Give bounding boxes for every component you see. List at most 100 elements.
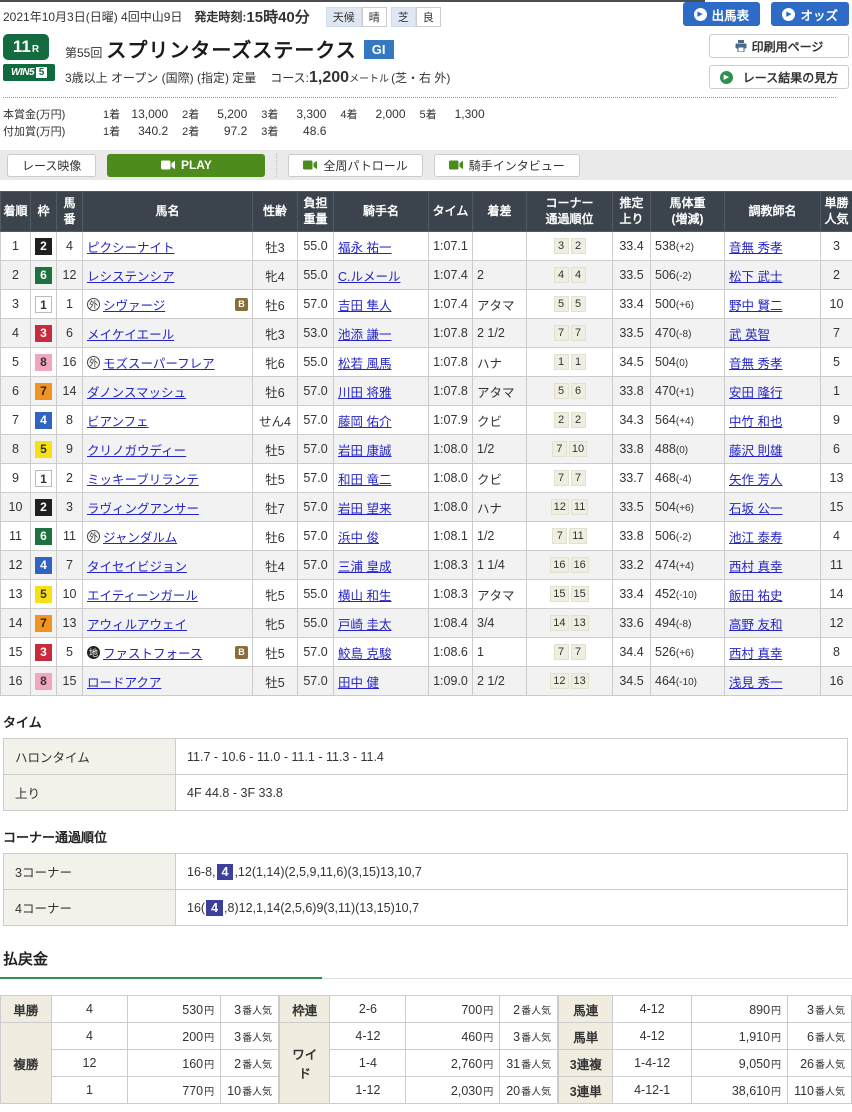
patrol-video-button[interactable]: 全周パトロール: [288, 154, 422, 177]
waku-badge: 1: [35, 296, 52, 313]
trainer-link[interactable]: 音無 秀孝: [729, 357, 782, 371]
horse-link[interactable]: ファストフォース: [103, 643, 202, 662]
trainer-link[interactable]: 石坂 公一: [729, 502, 782, 516]
trainer-link[interactable]: 野中 賢二: [729, 299, 782, 313]
horse-link[interactable]: アウィルアウェイ: [87, 614, 187, 633]
trainer-cell: 矢作 芳人: [725, 464, 821, 493]
horse-link[interactable]: シヴァージ: [103, 295, 165, 314]
yen-suffix: 円: [204, 1033, 214, 1044]
combination: 1-4-12: [613, 1050, 692, 1077]
jockey-interview-button[interactable]: 騎手インタビュー: [434, 154, 580, 177]
trainer-link[interactable]: 西村 真幸: [729, 560, 782, 574]
trainer-link[interactable]: 安田 隆行: [729, 386, 782, 400]
payout-amount: 160円: [128, 1050, 221, 1077]
corner-position: 5: [554, 383, 569, 399]
jockey-link[interactable]: 福永 祐一: [338, 241, 391, 255]
horse-link[interactable]: エイティーンガール: [87, 585, 198, 604]
trainer-link[interactable]: 松下 武士: [729, 270, 782, 284]
corner-positions: 1211: [527, 493, 613, 522]
trainer-link[interactable]: 音無 秀孝: [729, 241, 782, 255]
jockey-link[interactable]: 岩田 望来: [338, 502, 391, 516]
horse-link[interactable]: メイケイエール: [87, 324, 174, 343]
win-favorite-rank: 14: [821, 580, 852, 609]
turf-label: 芝: [391, 7, 416, 27]
odds-button[interactable]: ▶オッズ: [771, 2, 849, 26]
horse-number: 14: [57, 377, 83, 406]
horse-number: 4: [57, 232, 83, 261]
jockey-link[interactable]: 三浦 皇成: [338, 560, 391, 574]
horse-weight-diff: (+6): [676, 648, 694, 659]
race-video-button[interactable]: レース映像: [7, 154, 96, 177]
jockey-link[interactable]: 和田 竜二: [338, 473, 391, 487]
trainer-link[interactable]: 中竹 和也: [729, 415, 782, 429]
horse-link[interactable]: ビアンフェ: [87, 411, 149, 430]
race-number-suffix: R: [32, 44, 39, 55]
horse-number: 3: [57, 493, 83, 522]
jockey-link[interactable]: C.ルメール: [338, 270, 401, 284]
jockey-link[interactable]: 吉田 隼人: [338, 299, 391, 313]
horse-link[interactable]: ダノンスマッシュ: [87, 382, 186, 401]
yen-suffix: 円: [483, 1006, 493, 1017]
win-favorite-rank: 4: [821, 522, 852, 551]
corner-position: 7: [554, 470, 569, 486]
horse-name-cell: ミッキーブリランテ: [83, 464, 253, 493]
jockey-link[interactable]: 鮫島 克駿: [338, 647, 391, 661]
jockey-link[interactable]: 横山 和生: [338, 589, 391, 603]
start-time-label: 発走時刻:: [194, 8, 246, 25]
column-header: 負担重量: [298, 192, 334, 232]
trainer-link[interactable]: 西村 真幸: [729, 647, 782, 661]
corner-position: 7: [554, 644, 569, 660]
result-row: 6714ダノンスマッシュ牡657.0川田 将雅1:07.8アタマ5633.847…: [1, 377, 852, 406]
trainer-link[interactable]: 飯田 祐史: [729, 589, 782, 603]
horse-link[interactable]: ロードアクア: [87, 672, 161, 691]
horse-link[interactable]: レシステンシア: [87, 266, 175, 285]
horse-name-cell: 外モズスーパーフレア: [83, 348, 253, 377]
trainer-link[interactable]: 高野 友和: [729, 618, 782, 632]
jockey-link[interactable]: 池添 謙一: [338, 328, 391, 342]
finish-time: 1:08.4: [429, 609, 473, 638]
time-row-label: 上り: [4, 775, 176, 811]
sex-age: 牡6: [253, 522, 298, 551]
print-page-button[interactable]: 印刷用ページ: [709, 34, 849, 58]
trainer-link[interactable]: 池江 泰寿: [729, 531, 782, 545]
finish-time: 1:08.0: [429, 464, 473, 493]
bet-type-label: 3連複: [559, 1050, 613, 1077]
play-button[interactable]: PLAY: [107, 154, 265, 177]
waku-badge: 6: [35, 267, 52, 284]
horse-link[interactable]: ラヴィングアンサー: [87, 498, 199, 517]
trainer-cell: 浅見 秀一: [725, 667, 821, 696]
jockey-link[interactable]: 田中 健: [338, 676, 379, 690]
horse-link[interactable]: ピクシーナイト: [87, 237, 175, 256]
trainer-link[interactable]: 藤沢 則雄: [729, 444, 782, 458]
horse-number: 2: [57, 464, 83, 493]
waku-cell: 6: [31, 261, 57, 290]
horse-link[interactable]: タイセイビジョン: [87, 556, 187, 575]
corner-position: 7: [571, 470, 586, 486]
jockey-link[interactable]: 戸崎 圭太: [338, 618, 391, 632]
jockey-link[interactable]: 川田 将雅: [338, 386, 391, 400]
entries-button[interactable]: ▶出馬表: [683, 2, 761, 26]
result-guide-button[interactable]: ▶ レース結果の見方: [709, 65, 849, 89]
horse-link[interactable]: ミッキーブリランテ: [87, 469, 199, 488]
jockey-link[interactable]: 松若 風馬: [338, 357, 391, 371]
last-3f: 33.5: [613, 493, 651, 522]
finish-position: 15: [1, 638, 31, 667]
jockey-link[interactable]: 藤岡 佑介: [338, 415, 391, 429]
jockey-link[interactable]: 岩田 康誠: [338, 444, 391, 458]
corner-position: 1: [554, 354, 569, 370]
trainer-cell: 武 英智: [725, 319, 821, 348]
horse-link[interactable]: モズスーパーフレア: [103, 353, 215, 372]
jockey-link[interactable]: 浜中 俊: [338, 531, 379, 545]
horse-link[interactable]: クリノガウディー: [87, 440, 186, 459]
carried-weight: 55.0: [298, 232, 334, 261]
trainer-link[interactable]: 武 英智: [729, 328, 770, 342]
popularity: 26番人気: [788, 1050, 852, 1077]
corner-position: 7: [552, 528, 567, 544]
carried-weight: 55.0: [298, 580, 334, 609]
trainer-link[interactable]: 矢作 芳人: [729, 473, 782, 487]
race-badges: 11R WIN55: [3, 34, 65, 87]
trainer-cell: 飯田 祐史: [725, 580, 821, 609]
waku-badge: 5: [35, 441, 52, 458]
horse-link[interactable]: ジャンダルム: [103, 527, 177, 546]
trainer-link[interactable]: 浅見 秀一: [729, 676, 782, 690]
